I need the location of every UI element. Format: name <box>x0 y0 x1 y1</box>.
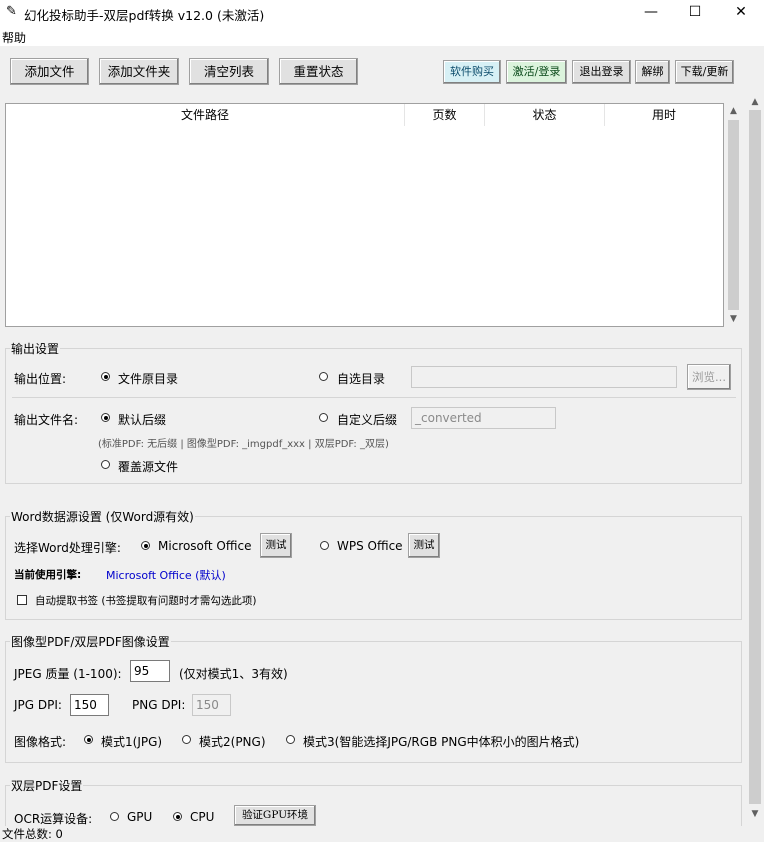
unbind-button[interactable]: 解绑 <box>635 60 670 84</box>
image-format-label: 图像格式: <box>14 735 67 749</box>
add-folder-button[interactable]: 添加文件夹 <box>99 58 179 85</box>
current-engine-value: Microsoft Office (默认) <box>106 569 226 582</box>
status-bar: 文件总数: 0 <box>0 826 764 841</box>
buy-software-button[interactable]: 软件购买 <box>443 60 501 84</box>
radio-overwrite[interactable] <box>101 460 110 469</box>
radio-default-suffix[interactable] <box>101 413 110 422</box>
suffix-hint: (标准PDF: 无后缀 | 图像型PDF: _imgpdf_xxx | 双层PD… <box>98 439 389 450</box>
dual-pdf-settings-title: 双层PDF设置 <box>10 777 84 794</box>
output-location-label: 输出位置: <box>14 372 67 386</box>
clear-list-button[interactable]: 清空列表 <box>189 58 269 85</box>
output-filename-label: 输出文件名: <box>14 413 79 427</box>
add-file-button[interactable]: 添加文件 <box>10 58 89 85</box>
jpg-dpi-field[interactable]: 150 <box>70 694 109 716</box>
column-header-status[interactable]: 状态 <box>485 104 605 126</box>
main-scrollbar[interactable]: ▲ ▼ <box>746 94 764 824</box>
word-engine-label: 选择Word处理引擎: <box>14 541 121 555</box>
file-table[interactable]: 文件路径 页数 状态 用时 <box>5 103 724 327</box>
radio-gpu[interactable] <box>110 812 119 821</box>
radio-overwrite-label[interactable]: 覆盖源文件 <box>118 458 178 475</box>
image-settings-title: 图像型PDF/双层PDF图像设置 <box>10 633 171 650</box>
radio-wps-office[interactable] <box>320 541 329 550</box>
title-bar: ✎ 幻化投标助手-双层pdf转换 v12.0 (未激活) — ☐ ✕ <box>0 0 764 26</box>
window-title: 幻化投标助手-双层pdf转换 v12.0 (未激活) <box>24 8 265 23</box>
radio-mode1[interactable] <box>84 735 93 744</box>
test-ms-office-button[interactable]: 测试 <box>260 533 292 558</box>
test-wps-office-button[interactable]: 测试 <box>408 533 440 558</box>
radio-custom-suffix-label[interactable]: 自定义后缀 <box>337 411 397 428</box>
minimize-button[interactable]: — <box>628 0 674 26</box>
menu-help[interactable]: 帮助 <box>2 29 26 46</box>
activate-login-button[interactable]: 激活/登录 <box>506 60 567 84</box>
radio-gpu-label[interactable]: GPU <box>127 810 152 824</box>
radio-mode3-label[interactable]: 模式3(智能选择JPG/RGB PNG中体积小的图片格式) <box>303 733 579 750</box>
close-button[interactable]: ✕ <box>718 0 764 26</box>
custom-dir-field[interactable] <box>411 366 677 388</box>
radio-ms-office[interactable] <box>141 541 150 550</box>
table-scrollbar[interactable]: ▲ ▼ <box>725 103 742 327</box>
output-divider <box>12 397 736 398</box>
radio-custom-suffix[interactable] <box>319 413 328 422</box>
jpeg-quality-label: JPEG 质量 (1-100): <box>14 667 122 681</box>
radio-mode2[interactable] <box>182 735 191 744</box>
radio-custom-dir[interactable] <box>319 372 328 381</box>
main-scroll-up-arrow-icon[interactable]: ▲ <box>746 94 764 110</box>
column-header-path[interactable]: 文件路径 <box>6 104 405 126</box>
radio-original-dir[interactable] <box>101 372 110 381</box>
main-scroll-thumb[interactable] <box>749 110 761 804</box>
jpeg-quality-note: (仅对模式1、3有效) <box>179 667 288 681</box>
custom-suffix-field[interactable]: _converted <box>411 407 556 429</box>
word-settings-title: Word数据源设置 (仅Word源有效) <box>10 508 195 525</box>
reset-status-button[interactable]: 重置状态 <box>279 58 358 85</box>
png-dpi-field[interactable]: 150 <box>192 694 231 716</box>
table-scroll-thumb[interactable] <box>728 120 739 310</box>
output-settings-title: 输出设置 <box>10 340 61 357</box>
download-update-button[interactable]: 下载/更新 <box>675 60 734 84</box>
ocr-device-label: OCR运算设备: <box>14 812 93 826</box>
scroll-up-arrow-icon[interactable]: ▲ <box>725 103 742 119</box>
verify-gpu-button[interactable]: 验证GPU环境 <box>234 805 316 826</box>
column-header-pages[interactable]: 页数 <box>405 104 485 126</box>
current-engine-label: 当前使用引擎: <box>14 569 82 581</box>
logout-button[interactable]: 退出登录 <box>572 60 631 84</box>
jpeg-quality-field[interactable]: 95 <box>130 660 170 682</box>
bookmark-checkbox-label[interactable]: 自动提取书签 (书签提取有问题时才需勾选此项) <box>35 593 257 608</box>
bookmark-checkbox[interactable] <box>17 595 27 605</box>
main-scroll-down-arrow-icon[interactable]: ▼ <box>746 806 764 822</box>
radio-original-dir-label[interactable]: 文件原目录 <box>118 370 178 387</box>
radio-cpu-label[interactable]: CPU <box>190 810 214 824</box>
radio-mode1-label[interactable]: 模式1(JPG) <box>101 733 162 750</box>
radio-mode3[interactable] <box>286 735 295 744</box>
menu-bar: 帮助 <box>0 26 764 46</box>
radio-wps-office-label[interactable]: WPS Office <box>337 539 403 553</box>
radio-mode2-label[interactable]: 模式2(PNG) <box>199 733 266 750</box>
radio-default-suffix-label[interactable]: 默认后缀 <box>118 411 166 428</box>
radio-custom-dir-label[interactable]: 自选目录 <box>337 370 385 387</box>
browse-button[interactable]: 浏览... <box>687 364 731 390</box>
maximize-button[interactable]: ☐ <box>672 0 718 26</box>
jpg-dpi-label: JPG DPI: <box>14 698 62 712</box>
column-header-time[interactable]: 用时 <box>605 104 723 126</box>
radio-ms-office-label[interactable]: Microsoft Office <box>158 539 251 553</box>
scroll-down-arrow-icon[interactable]: ▼ <box>725 311 742 327</box>
png-dpi-label: PNG DPI: <box>132 698 186 712</box>
feather-icon: ✎ <box>6 4 17 19</box>
radio-cpu[interactable] <box>173 812 182 821</box>
